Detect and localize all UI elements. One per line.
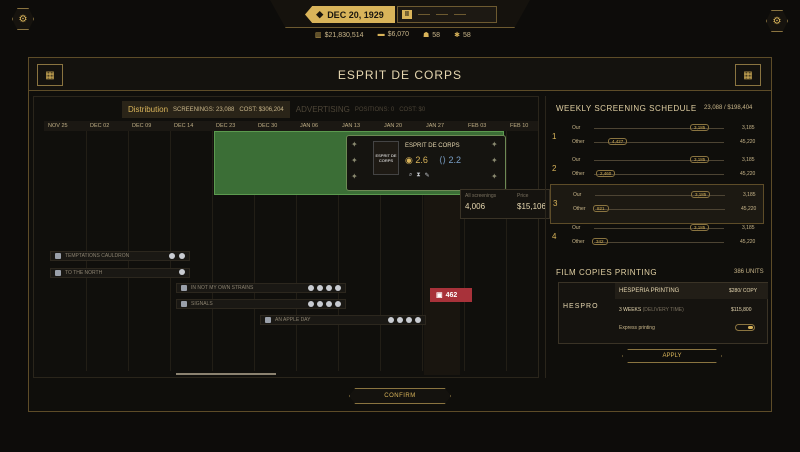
horizontal-scrollbar[interactable] — [176, 373, 276, 375]
briefcase-icon: ☗ — [422, 32, 430, 39]
money-resource: ▥ $21,830,514 — [315, 32, 364, 39]
star-icon: ✱ — [454, 32, 460, 39]
panel-title: ESPRIT DE CORPS — [337, 68, 463, 82]
rating-2: ⟨⟩ 2.2 — [439, 155, 462, 165]
alert-tag[interactable]: ▣ 462 — [430, 288, 472, 302]
pen-icon[interactable]: ✎ — [425, 172, 430, 179]
search-icon[interactable] — [317, 301, 323, 307]
award-icon: ✦ — [351, 172, 358, 181]
express-printing-toggle[interactable] — [735, 324, 755, 331]
award-icon: ✦ — [491, 156, 498, 165]
week-label: FEB 03 — [468, 123, 487, 129]
income-resource: ▬ $6,070 — [377, 31, 409, 38]
week-label: JAN 13 — [342, 123, 361, 129]
search-icon[interactable]: ⌕ — [409, 172, 412, 179]
film-icon — [55, 253, 61, 259]
price-tooltip: All screenings 4,006 Price $15,106 — [460, 189, 550, 219]
award-icon: ✦ — [491, 172, 498, 181]
image-icon[interactable] — [388, 317, 394, 323]
distribution-panel: ▦ ▦ ESPRIT DE CORPS Distribution SCREENI… — [28, 57, 772, 412]
film-icon — [55, 270, 61, 276]
printing-title: FILM COPIES PRINTING — [556, 268, 658, 277]
pause-button[interactable]: II — [402, 10, 412, 19]
options-gear-icon[interactable]: ⚙ — [766, 10, 788, 32]
printing-card: HESPRO HESPERIA PRINTING $280/ COPY 3 WE… — [558, 282, 768, 344]
film-icon — [181, 285, 187, 291]
delivery-time: 3 WEEKS (DELIVERY TIME) — [619, 307, 684, 313]
week-label: FEB 10 — [510, 123, 529, 129]
resource-4: ✱ 58 — [454, 32, 471, 39]
schedule-title: WEEKLY SCREENING SCHEDULE — [556, 104, 697, 113]
week-label: DEC 02 — [90, 123, 110, 129]
hourglass-icon[interactable]: ⧗ — [416, 172, 420, 179]
other-slider — [595, 209, 725, 210]
film-row[interactable]: SIGNALS — [176, 299, 346, 309]
award-icon: ✦ — [351, 156, 358, 165]
rating-1: ◉ 2.6 — [405, 155, 428, 165]
week-label: NOV 25 — [48, 123, 68, 129]
clock-icon[interactable] — [169, 253, 175, 259]
speed-3-marker[interactable] — [453, 14, 466, 15]
film-icon — [181, 301, 187, 307]
week-label: DEC 30 — [258, 123, 278, 129]
distribution-area: Distribution SCREENINGS: 23,088 COST: $3… — [33, 96, 550, 378]
week-label: JAN 06 — [300, 123, 319, 129]
cash-icon: ▬ — [377, 31, 385, 38]
film-icon — [265, 317, 271, 323]
schedule-week-4[interactable]: 4 Our Other 3,185 342 3,185 45,220 — [550, 218, 764, 258]
tab-advertising[interactable]: ADVERTISING POSITIONS: 0 COST: $0 — [290, 101, 431, 118]
film-popup: ✦ ✦ ✦ ESPRIT DE CORPS ESPRIT DE CORPS ◉ … — [346, 135, 506, 191]
heart-icon[interactable] — [406, 317, 412, 323]
schedule-summary: 23,088 / $198,404 — [704, 105, 753, 111]
speed-control[interactable]: II — [397, 6, 497, 23]
apply-button[interactable]: APPLY — [622, 349, 722, 363]
week-label: JAN 27 — [426, 123, 445, 129]
pen-icon[interactable] — [326, 301, 332, 307]
settings-gear-icon[interactable]: ⚙ — [12, 8, 34, 30]
speed-1-marker[interactable] — [417, 14, 430, 15]
distribution-tabs: Distribution SCREENINGS: 23,088 COST: $3… — [122, 101, 431, 118]
week-label: DEC 09 — [132, 123, 152, 129]
film-row[interactable]: IN NOT MY OWN STRAINS — [176, 283, 346, 293]
film-popup-title: ESPRIT DE CORPS — [405, 143, 460, 149]
hourglass-icon[interactable] — [308, 285, 314, 291]
date-display: ◆ DEC 20, 1929 — [305, 6, 395, 23]
timeline-header: NOV 25 DEC 02 DEC 09 DEC 14 DEC 23 DEC 3… — [44, 121, 538, 131]
plus-icon[interactable] — [335, 285, 341, 291]
grid-line — [212, 131, 213, 371]
speed-2-marker[interactable] — [435, 14, 448, 15]
image-icon[interactable] — [308, 301, 314, 307]
other-slider — [594, 242, 724, 243]
bank-icon: ▥ — [315, 32, 322, 39]
resource-bar: ▥ $21,830,514 ▬ $6,070 ☗ 58 ✱ 58 — [315, 31, 471, 39]
hespro-logo: HESPRO — [563, 303, 599, 310]
confirm-button[interactable]: CONFIRM — [349, 388, 451, 404]
film-row[interactable]: TO THE NORTH — [50, 268, 190, 278]
film-row[interactable]: AN APPLE DAY — [260, 315, 426, 325]
shield-icon[interactable] — [179, 269, 185, 275]
award-icon: ✦ — [491, 140, 498, 149]
plus-icon[interactable] — [415, 317, 421, 323]
award-icon: ✦ — [351, 140, 358, 149]
hourglass-icon[interactable] — [179, 253, 185, 259]
tab-distribution[interactable]: Distribution SCREENINGS: 23,088 COST: $3… — [122, 101, 290, 118]
heart-icon[interactable] — [326, 285, 332, 291]
film-poster: ESPRIT DE CORPS — [373, 141, 399, 175]
week-label: JAN 20 — [384, 123, 403, 129]
plus-icon[interactable] — [335, 301, 341, 307]
film-row[interactable]: TEMPTATIONS CAULDRON — [50, 251, 190, 261]
resource-3: ☗ 58 — [422, 32, 441, 39]
schedule-sidebar: WEEKLY SCREENING SCHEDULE 23,088 / $198,… — [545, 96, 771, 378]
week-label: DEC 23 — [216, 123, 236, 129]
search-icon[interactable] — [317, 285, 323, 291]
printing-units: 386 UNITS — [734, 269, 764, 275]
week-label: DEC 14 — [174, 123, 194, 129]
hourglass-icon[interactable] — [397, 317, 403, 323]
warning-icon: ▣ — [436, 292, 443, 299]
calendar-icon: ◆ — [316, 9, 324, 19]
grid-line — [506, 131, 507, 371]
